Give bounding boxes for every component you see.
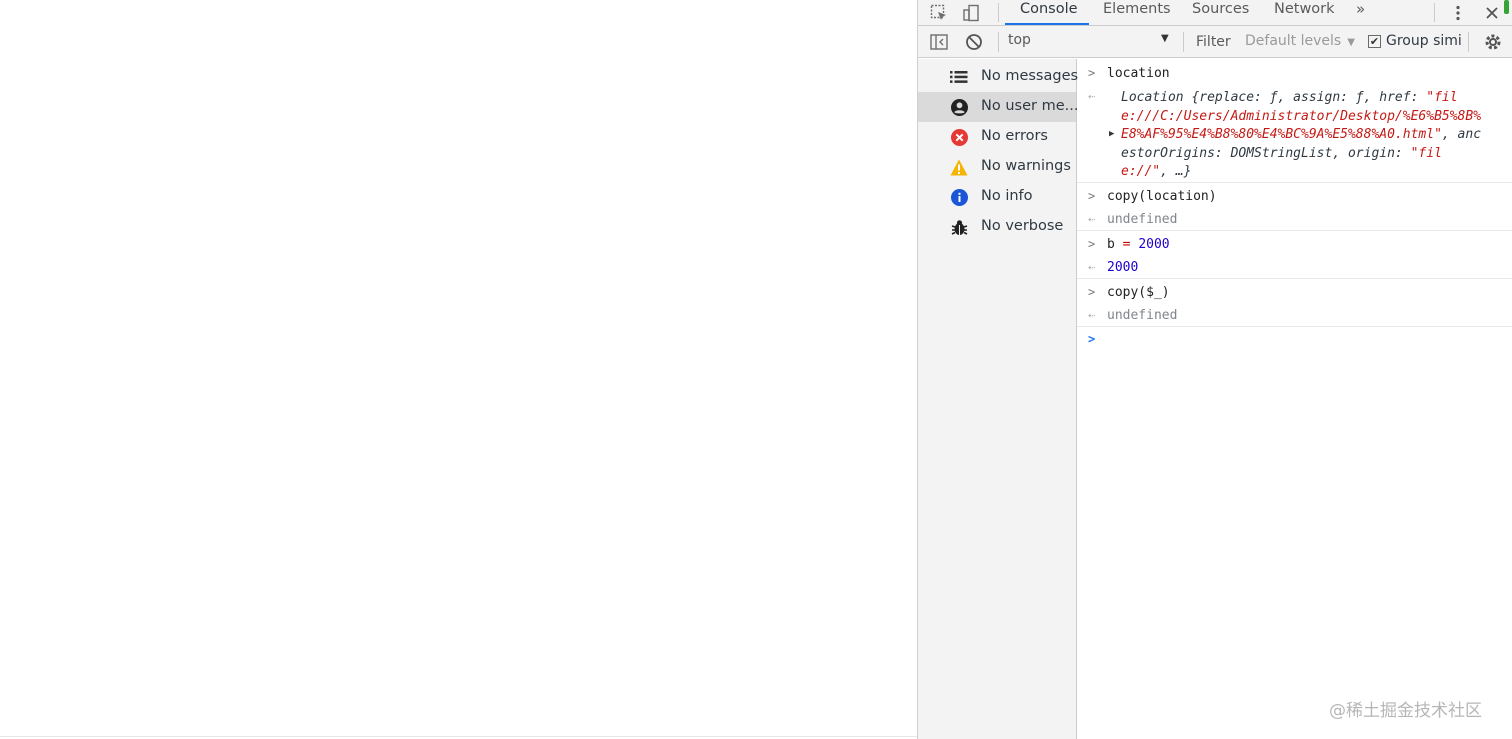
group-similar-checkbox[interactable]: ✔ (1368, 35, 1381, 48)
inspect-element-icon[interactable] (926, 0, 952, 25)
console-message: > b = 2000 ⇠ 2000 (1077, 231, 1512, 279)
page-divider (0, 736, 917, 737)
context-value: top (1008, 32, 1031, 48)
kebab-menu-icon[interactable] (1445, 0, 1471, 25)
console-result: 2000 (1107, 260, 1139, 275)
input-operator: = (1122, 237, 1131, 252)
console-message: > location ⇠ ▶ Location {replace: ƒ, ass… (1077, 59, 1512, 183)
sidebar-item-info[interactable]: No info (918, 182, 1076, 212)
close-icon[interactable] (1479, 0, 1505, 25)
watermark: @稀土掘金技术社区 (1329, 701, 1482, 721)
console-input: location (1107, 66, 1170, 81)
group-similar-label: Group simi (1386, 33, 1462, 49)
input-prompt-icon: > (1088, 237, 1096, 251)
log-levels-label: Default levels (1245, 33, 1342, 49)
log-levels-dropdown[interactable]: Default levels ▼ (1245, 33, 1355, 49)
input-prompt-icon: > (1088, 189, 1096, 203)
console-message: > copy(location) ⇠ undefined (1077, 183, 1512, 231)
web-page-viewport[interactable] (0, 0, 917, 739)
sidebar-item-label: No user me... (981, 98, 1079, 114)
console-sidebar: No messages No user me... No errors No w… (918, 59, 1079, 739)
sidebar-item-label: No messages (981, 68, 1079, 84)
input-prompt-icon: > (1088, 66, 1096, 80)
prompt-caret-icon: > (1088, 332, 1096, 346)
tab-network[interactable]: Network (1274, 0, 1335, 25)
console-result: undefined (1107, 212, 1178, 227)
console-input: copy($_) (1107, 285, 1170, 300)
result-arrow-icon: ⇠ (1088, 308, 1096, 322)
result-arrow-icon: ⇠ (1088, 260, 1096, 274)
bug-icon (950, 219, 968, 235)
object-suffix: , …} (1160, 164, 1192, 179)
console-input: b = 2000 (1107, 237, 1170, 252)
sidebar-item-label: No errors (981, 128, 1048, 144)
expand-triangle-icon[interactable]: ▶ (1109, 129, 1114, 139)
info-icon (950, 188, 968, 206)
result-arrow-icon: ⇠ (1088, 212, 1096, 226)
sidebar-item-errors[interactable]: No errors (918, 122, 1076, 152)
console-prompt-line[interactable]: > (1077, 327, 1512, 357)
filter-input[interactable]: Filter (1196, 34, 1231, 50)
tabbar-separator-2 (1434, 3, 1435, 22)
input-number: 2000 (1138, 237, 1170, 252)
sidebar-item-verbose[interactable]: No verbose (918, 212, 1076, 242)
clear-console-icon[interactable] (961, 29, 987, 54)
console-output[interactable]: > location ⇠ ▶ Location {replace: ƒ, ass… (1077, 59, 1512, 739)
sidebar-toggle-icon[interactable] (926, 29, 952, 54)
devtools-panel: Console Elements Sources Network » top ▼… (917, 0, 1512, 739)
sidebar-item-warnings[interactable]: No warnings (918, 152, 1076, 182)
settings-gear-icon[interactable] (1480, 29, 1506, 54)
devtools-tabbar: Console Elements Sources Network » (918, 0, 1512, 26)
toolbar-separator-3 (1468, 32, 1469, 52)
result-arrow-icon: ⇠ (1088, 89, 1096, 103)
input-prompt-icon: > (1088, 285, 1096, 299)
console-input: copy(location) (1107, 189, 1217, 204)
levels-dropdown-arrow-icon: ▼ (1347, 37, 1355, 48)
object-prefix: Location {replace: ƒ, assign: ƒ, href: (1121, 90, 1427, 105)
console-result: undefined (1107, 308, 1178, 323)
toolbar-separator-2 (1183, 32, 1184, 52)
scroll-indicator (1504, 0, 1509, 14)
tabbar-separator (998, 3, 999, 22)
sidebar-item-messages[interactable]: No messages (918, 62, 1079, 92)
dropdown-arrow-icon: ▼ (1161, 33, 1169, 44)
input-variable: b (1107, 237, 1115, 252)
console-toolbar: top ▼ Filter Default levels ▼ ✔ Group sim… (918, 26, 1512, 58)
list-icon (950, 69, 968, 85)
sidebar-item-user-messages[interactable]: No user me... (918, 92, 1079, 122)
location-object-preview[interactable]: Location {replace: ƒ, assign: ƒ, href: "… (1121, 89, 1483, 182)
device-toolbar-icon[interactable] (958, 0, 984, 25)
tab-elements[interactable]: Elements (1103, 0, 1171, 25)
active-tab-indicator (1005, 23, 1089, 25)
tab-sources[interactable]: Sources (1192, 0, 1249, 25)
tab-console[interactable]: Console (1020, 0, 1078, 25)
user-icon (950, 98, 968, 116)
sidebar-item-label: No info (981, 188, 1033, 204)
console-message: > copy($_) ⇠ undefined (1077, 279, 1512, 327)
toolbar-separator (998, 32, 999, 52)
context-selector[interactable]: top ▼ (1008, 32, 1172, 52)
sidebar-item-label: No verbose (981, 218, 1064, 234)
sidebar-item-label: No warnings (981, 158, 1071, 174)
warning-icon (950, 159, 968, 175)
error-icon (950, 128, 968, 146)
chevrons-right-icon[interactable]: » (1356, 0, 1365, 25)
